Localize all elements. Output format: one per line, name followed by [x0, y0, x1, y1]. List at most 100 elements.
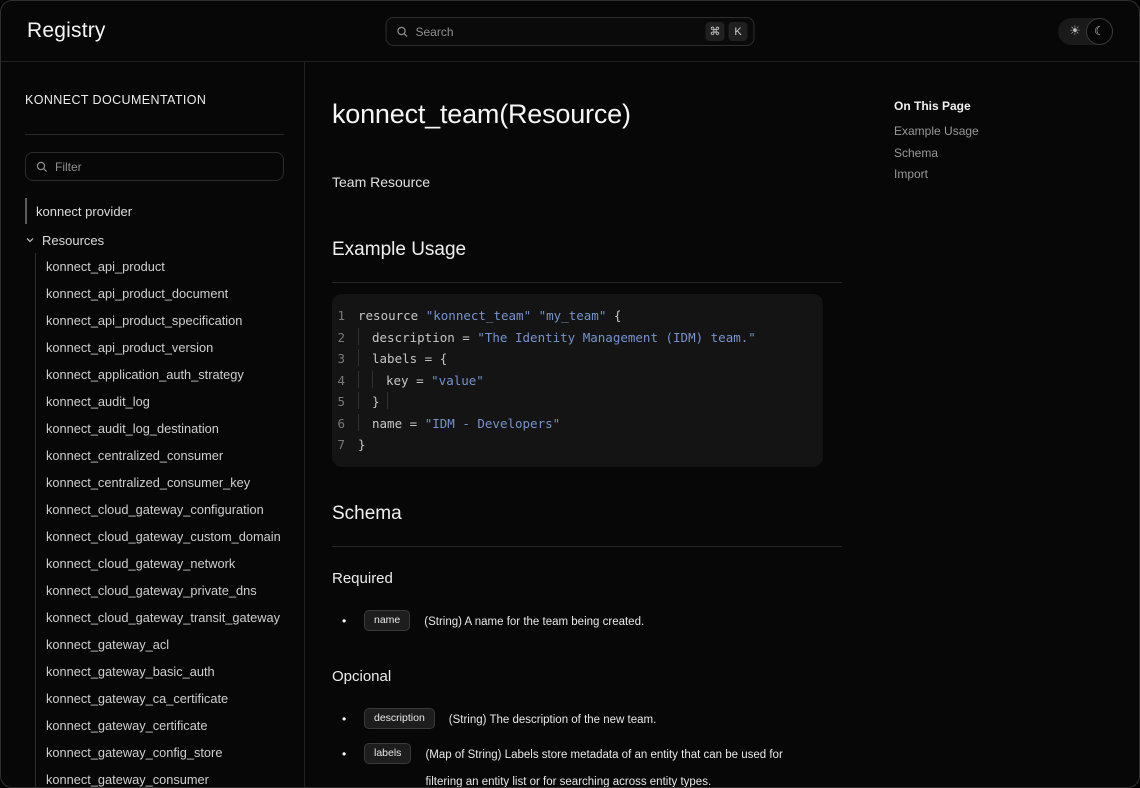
sidebar-item[interactable]: konnect_gateway_ca_certificate — [46, 685, 284, 712]
sidebar-item[interactable]: konnect_cloud_gateway_custom_domain — [46, 523, 284, 550]
attribute-chip: description — [364, 708, 435, 729]
toc-title: On This Page — [894, 99, 979, 113]
sidebar-title: KONNECT DOCUMENTATION — [25, 93, 284, 107]
k-key-badge: K — [729, 22, 748, 41]
line-number: 7 — [332, 434, 358, 456]
plain-token: } — [358, 437, 366, 452]
sidebar-item[interactable]: konnect_audit_log_destination — [46, 415, 284, 442]
plain-token: } — [372, 394, 387, 409]
line-number: 3 — [332, 348, 358, 370]
sidebar-item-konnect-provider[interactable]: konnect provider — [25, 198, 284, 224]
sidebar-item[interactable]: konnect_application_auth_strategy — [46, 361, 284, 388]
sidebar-item[interactable]: konnect_api_product_version — [46, 334, 284, 361]
indent-guide — [358, 414, 372, 431]
code-block: 1resource "konnect_team" "my_team" {2des… — [332, 294, 823, 467]
code-line: 4key = "value" — [332, 370, 823, 392]
sidebar-group-resources[interactable]: Resources — [25, 227, 284, 253]
toc-link[interactable]: Schema — [894, 146, 979, 168]
plain-token: { — [606, 308, 621, 323]
on-this-page: On This Page Example UsageSchemaImport — [894, 99, 979, 189]
page-title: konnect_team(Resource) — [332, 99, 842, 130]
indent-guide — [358, 349, 372, 366]
line-number: 4 — [332, 370, 358, 392]
code-text: resource "konnect_team" "my_team" { — [358, 305, 621, 327]
sidebar-item[interactable]: konnect_cloud_gateway_network — [46, 550, 284, 577]
sidebar-item[interactable]: konnect_cloud_gateway_transit_gateway — [46, 604, 284, 631]
sidebar-resource-list: konnect_api_productkonnect_api_product_d… — [35, 253, 284, 788]
sidebar-item[interactable]: konnect_gateway_consumer — [46, 766, 284, 788]
toc-list: Example UsageSchemaImport — [894, 124, 979, 189]
search-icon — [397, 26, 409, 38]
indent-guide — [358, 392, 372, 409]
divider — [25, 134, 284, 135]
bullet-icon: • — [342, 707, 354, 731]
attribute-description: (String) A name for the team being creat… — [424, 609, 644, 636]
section-heading-schema: Schema — [332, 503, 842, 525]
moon-icon[interactable]: ☾ — [1086, 18, 1113, 45]
sidebar: KONNECT DOCUMENTATION Filter konnect pro… — [1, 62, 305, 788]
code-line: 5} — [332, 391, 823, 413]
code-text: name = "IDM - Developers" — [358, 413, 560, 435]
sidebar-item[interactable]: konnect_gateway_certificate — [46, 712, 284, 739]
theme-toggle[interactable]: ☀ ☾ — [1058, 18, 1113, 45]
line-number: 5 — [332, 391, 358, 413]
attribute-description: (Map of String) Labels store metadata of… — [425, 742, 807, 788]
attribute-description: (String) The description of the new team… — [449, 707, 657, 734]
plain-token — [531, 308, 539, 323]
sidebar-item[interactable]: konnect_gateway_basic_auth — [46, 658, 284, 685]
sun-icon[interactable]: ☀ — [1064, 20, 1086, 42]
schema-item: • name (String) A name for the team being … — [332, 609, 842, 636]
bullet-icon: • — [342, 742, 354, 766]
string-token: "The Identity Management (IDM) team." — [477, 330, 755, 345]
code-text: key = "value" — [358, 370, 484, 392]
sidebar-item[interactable]: konnect_audit_log — [46, 388, 284, 415]
sidebar-item[interactable]: konnect_centralized_consumer — [46, 442, 284, 469]
sidebar-item[interactable]: konnect_api_product — [46, 253, 284, 280]
divider — [332, 546, 842, 547]
toc-link[interactable]: Import — [894, 167, 979, 189]
code-line: 2description = "The Identity Management … — [332, 327, 823, 349]
code-text: } — [358, 391, 401, 413]
bullet-icon: • — [342, 609, 354, 633]
sidebar-item[interactable]: konnect_gateway_config_store — [46, 739, 284, 766]
schema-item: •labels(Map of String) Labels store meta… — [332, 742, 842, 788]
line-number: 1 — [332, 305, 358, 327]
sidebar-item[interactable]: konnect_api_product_document — [46, 280, 284, 307]
code-line: 7} — [332, 434, 823, 456]
plain-token: resource — [358, 308, 426, 323]
filter-placeholder: Filter — [55, 160, 82, 174]
indent-guide — [387, 392, 401, 409]
code-text: labels = { — [358, 348, 447, 370]
section-heading-example-usage: Example Usage — [332, 239, 842, 261]
line-number: 2 — [332, 327, 358, 349]
search-input[interactable]: Search ⌘ K — [386, 17, 755, 46]
required-list: • name (String) A name for the team being … — [332, 609, 842, 636]
indent-guide — [358, 371, 372, 388]
code-line: 6name = "IDM - Developers" — [332, 413, 823, 435]
brand-link[interactable]: Registry — [27, 19, 106, 43]
string-token: "IDM - Developers" — [425, 416, 560, 431]
filter-input[interactable]: Filter — [25, 152, 284, 181]
string-token: "my_team" — [539, 308, 607, 323]
string-token: "konnect_team" — [426, 308, 531, 323]
app-window: Registry Search ⌘ K ☀ ☾ KONNECT DOCUMENT… — [0, 0, 1140, 788]
main-content: konnect_team(Resource) Team Resource Exa… — [305, 62, 1139, 788]
sidebar-item[interactable]: konnect_cloud_gateway_private_dns — [46, 577, 284, 604]
sidebar-item[interactable]: konnect_centralized_consumer_key — [46, 469, 284, 496]
optional-list: • description (String) The description of … — [332, 707, 842, 788]
string-token: "value" — [431, 373, 484, 388]
toc-link[interactable]: Example Usage — [894, 124, 979, 146]
top-bar: Registry Search ⌘ K ☀ ☾ — [1, 1, 1139, 62]
sidebar-item[interactable]: konnect_api_product_specification — [46, 307, 284, 334]
schema-item: • description (String) The description of … — [332, 707, 842, 734]
cmd-key-badge: ⌘ — [706, 22, 725, 41]
chevron-down-icon — [25, 235, 35, 245]
attribute-chip: name — [364, 610, 410, 631]
sidebar-item[interactable]: konnect_gateway_acl — [46, 631, 284, 658]
plain-token: name = — [372, 416, 425, 431]
page-subtitle: Team Resource — [332, 174, 842, 190]
code-text: } — [358, 434, 366, 456]
sidebar-item[interactable]: konnect_cloud_gateway_configuration — [46, 496, 284, 523]
code-line: 3labels = { — [332, 348, 823, 370]
plain-token: key = — [386, 373, 431, 388]
